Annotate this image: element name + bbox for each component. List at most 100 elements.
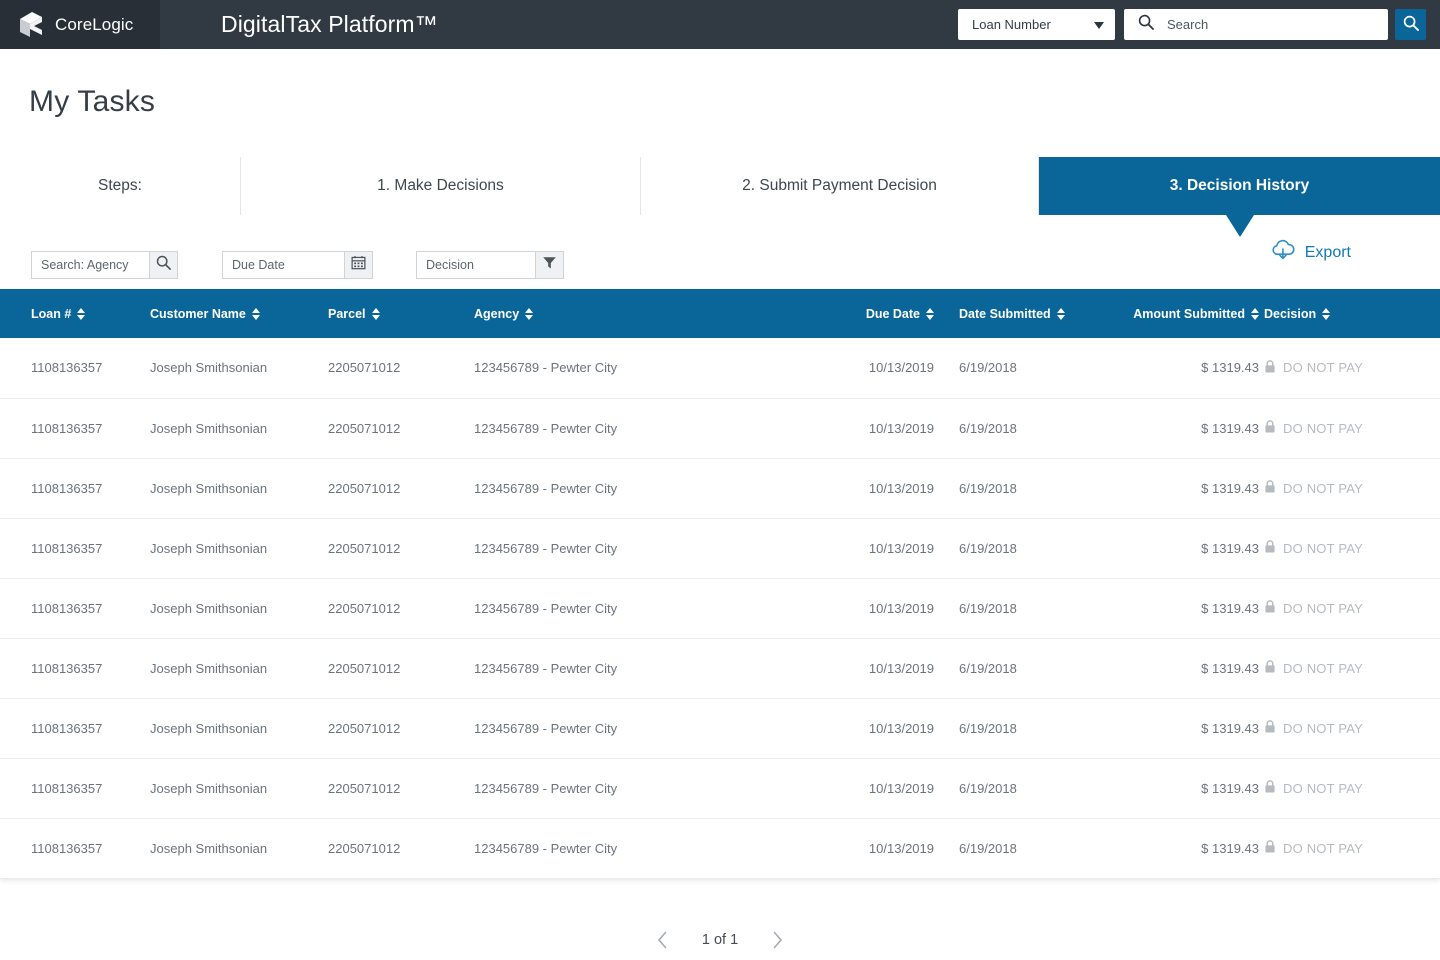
cell-date-submitted: 6/19/2018 <box>934 638 1074 699</box>
cell-parcel: 2205071012 <box>328 398 474 459</box>
cell-date-submitted: 6/19/2018 <box>934 818 1074 879</box>
cell-decision: DO NOT PAY <box>1259 338 1440 399</box>
decision-input[interactable] <box>416 251 535 279</box>
tab-steps-label: Steps: <box>0 157 241 215</box>
cell-agency: 123456789 - Pewter City <box>474 818 822 879</box>
column-header-date-submitted-label: Date Submitted <box>959 306 1051 321</box>
due-date-picker-button[interactable] <box>344 251 373 279</box>
cell-amount-submitted: $ 1319.43 <box>1074 818 1259 879</box>
header-search-area: Loan Number <box>958 9 1426 40</box>
pagination-prev-button[interactable] <box>657 931 668 949</box>
column-header-due-date-label: Due Date <box>865 306 920 321</box>
column-header-date-submitted[interactable]: Date Submitted <box>934 289 1074 338</box>
cell-due-date: 10/13/2019 <box>822 818 934 879</box>
cell-decision: DO NOT PAY <box>1259 518 1440 579</box>
sort-toggle-icon[interactable] <box>77 307 86 320</box>
table-row[interactable]: 1108136357 Joseph Smithsonian 2205071012 12… <box>0 698 1440 759</box>
table-row[interactable]: 1108136357 Joseph Smithsonian 2205071012 12… <box>0 758 1440 819</box>
cell-customer-name: Joseph Smithsonian <box>150 758 328 819</box>
column-header-amount-submitted[interactable]: Amount Submitted <box>1074 289 1259 338</box>
agency-search-input[interactable] <box>31 251 149 279</box>
table-row[interactable]: 1108136357 Joseph Smithsonian 2205071012 12… <box>0 638 1440 699</box>
decision-value: DO NOT PAY <box>1283 600 1364 616</box>
cell-due-date: 10/13/2019 <box>822 458 934 519</box>
app-header: CoreLogic DigitalTax Platform™ Loan Numb… <box>0 0 1440 49</box>
export-button[interactable]: Export <box>1270 239 1351 266</box>
cell-decision: DO NOT PAY <box>1259 398 1440 459</box>
table-row[interactable]: 1108136357 Joseph Smithsonian 2205071012 12… <box>0 818 1440 879</box>
cell-amount-submitted: $ 1319.43 <box>1074 338 1259 399</box>
sort-toggle-icon[interactable] <box>371 307 380 320</box>
cell-date-submitted: 6/19/2018 <box>934 758 1074 819</box>
brand-block[interactable]: CoreLogic <box>0 0 160 49</box>
column-header-customer-name[interactable]: Customer Name <box>150 289 328 338</box>
cell-parcel: 2205071012 <box>328 758 474 819</box>
sort-toggle-icon[interactable] <box>1056 307 1065 320</box>
cell-customer-name: Joseph Smithsonian <box>150 698 328 759</box>
cell-agency: 123456789 - Pewter City <box>474 398 822 459</box>
decision-value: DO NOT PAY <box>1283 540 1364 556</box>
cell-due-date: 10/13/2019 <box>822 638 934 699</box>
lock-icon <box>1264 420 1276 436</box>
cell-parcel: 2205071012 <box>328 518 474 579</box>
pagination-next-button[interactable] <box>772 931 783 949</box>
search-input[interactable] <box>1167 17 1367 32</box>
cell-loan: 1108136357 <box>0 698 150 759</box>
column-header-loan[interactable]: Loan # <box>0 289 150 338</box>
tab-make-decisions[interactable]: 1. Make Decisions <box>241 157 641 215</box>
cell-customer-name: Joseph Smithsonian <box>150 338 328 399</box>
column-header-agency[interactable]: Agency <box>474 289 822 338</box>
cell-loan: 1108136357 <box>0 338 150 399</box>
table-row[interactable]: 1108136357 Joseph Smithsonian 2205071012 12… <box>0 458 1440 519</box>
filter-funnel-icon <box>542 255 557 275</box>
table-row[interactable]: 1108136357 Joseph Smithsonian 2205071012 12… <box>0 338 1440 399</box>
column-header-decision[interactable]: Decision <box>1259 289 1440 338</box>
sort-toggle-icon[interactable] <box>1322 307 1331 320</box>
search-icon <box>156 255 171 275</box>
table-row[interactable]: 1108136357 Joseph Smithsonian 2205071012 12… <box>0 398 1440 459</box>
cell-due-date: 10/13/2019 <box>822 398 934 459</box>
decision-value: DO NOT PAY <box>1283 780 1364 796</box>
loan-number-dropdown[interactable]: Loan Number <box>958 9 1115 40</box>
lock-icon <box>1264 660 1276 676</box>
cell-date-submitted: 6/19/2018 <box>934 458 1074 519</box>
search-icon <box>1403 15 1419 34</box>
sort-toggle-icon[interactable] <box>251 307 260 320</box>
cell-amount-submitted: $ 1319.43 <box>1074 398 1259 459</box>
cell-customer-name: Joseph Smithsonian <box>150 578 328 639</box>
column-header-parcel[interactable]: Parcel <box>328 289 474 338</box>
cell-customer-name: Joseph Smithsonian <box>150 458 328 519</box>
table-header-row: Loan # Customer Name Parcel Agency Due D… <box>0 289 1440 338</box>
sort-toggle-icon[interactable] <box>1251 307 1259 320</box>
column-header-due-date[interactable]: Due Date <box>822 289 934 338</box>
column-header-decision-label: Decision <box>1264 306 1317 321</box>
sort-toggle-icon[interactable] <box>525 307 534 320</box>
due-date-input[interactable] <box>222 251 344 279</box>
table-row[interactable]: 1108136357 Joseph Smithsonian 2205071012 12… <box>0 578 1440 639</box>
cell-customer-name: Joseph Smithsonian <box>150 638 328 699</box>
search-submit-button[interactable] <box>1395 9 1426 40</box>
cell-agency: 123456789 - Pewter City <box>474 758 822 819</box>
cell-due-date: 10/13/2019 <box>822 518 934 579</box>
tab-submit-payment-decision[interactable]: 2. Submit Payment Decision <box>641 157 1039 215</box>
cell-date-submitted: 6/19/2018 <box>934 398 1074 459</box>
tab-decision-history-label: 3. Decision History <box>1169 177 1310 194</box>
decision-value: DO NOT PAY <box>1283 660 1364 676</box>
decision-filter-button[interactable] <box>535 251 564 279</box>
sort-toggle-icon[interactable] <box>926 307 934 320</box>
cell-decision: DO NOT PAY <box>1259 638 1440 699</box>
tab-decision-history[interactable]: 3. Decision History <box>1039 157 1440 237</box>
agency-search-button[interactable] <box>149 251 178 279</box>
cell-amount-submitted: $ 1319.43 <box>1074 518 1259 579</box>
table-body: 1108136357 Joseph Smithsonian 2205071012 12… <box>0 338 1440 879</box>
cell-due-date: 10/13/2019 <box>822 758 934 819</box>
cell-date-submitted: 6/19/2018 <box>934 578 1074 639</box>
table-row[interactable]: 1108136357 Joseph Smithsonian 2205071012 12… <box>0 518 1440 579</box>
filter-toolbar: Export <box>0 215 1440 289</box>
cell-due-date: 10/13/2019 <box>822 338 934 399</box>
cell-agency: 123456789 - Pewter City <box>474 638 822 699</box>
cell-decision: DO NOT PAY <box>1259 698 1440 759</box>
global-search-box[interactable] <box>1124 9 1388 40</box>
lock-icon <box>1264 780 1276 796</box>
cell-loan: 1108136357 <box>0 518 150 579</box>
